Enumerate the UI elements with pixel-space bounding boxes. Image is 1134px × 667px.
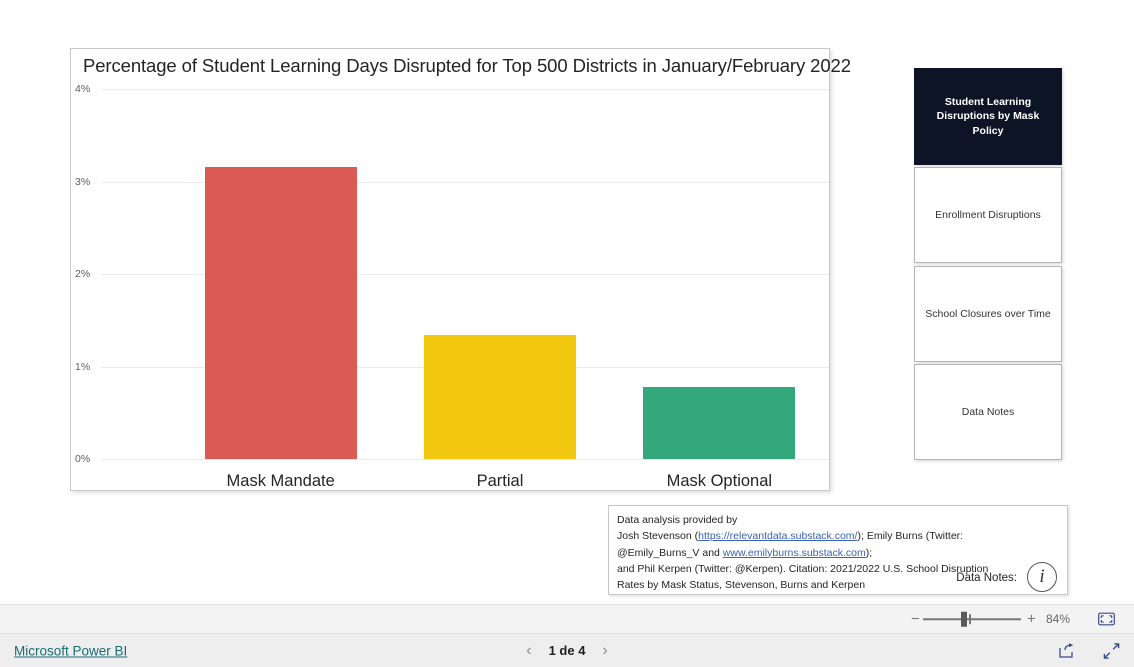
zoom-out-button[interactable]: − (911, 611, 920, 628)
fullscreen-icon[interactable] (1103, 642, 1120, 659)
x-axis-label: Mask Optional (666, 472, 773, 490)
microsoft-power-bi-link[interactable]: Microsoft Power BI (14, 643, 127, 658)
x-axis-label: Mask Mandate (226, 472, 335, 490)
y-axis-tick-label: 3% (75, 175, 91, 188)
info-icon-glyph: i (1039, 566, 1045, 588)
page-navigation: ‹ 1 de 4 › (526, 642, 608, 660)
zoom-toolbar: − + 84% (0, 604, 1134, 634)
nav-button-label: Data Notes (961, 405, 1015, 418)
relevantdata-substack-link[interactable]: https://relevantdata.substack.com/ (698, 530, 857, 542)
nav-button-student-learning-disruptions[interactable]: Student Learning Disruptions by Mask Pol… (914, 68, 1062, 165)
status-bar-actions (1058, 642, 1120, 659)
zoom-slider[interactable] (923, 611, 1021, 627)
y-axis-tick-label: 2% (75, 268, 91, 280)
nav-button-enrollment-disruptions[interactable]: Enrollment Disruptions (914, 167, 1062, 263)
footnote-line-2: Josh Stevenson (https://relevantdata.sub… (617, 528, 1059, 544)
page-indicator: 1 de 4 (548, 643, 586, 658)
bar-mask-mandate[interactable] (204, 166, 357, 459)
previous-page-icon[interactable]: ‹ (526, 642, 531, 660)
nav-button-label: Student Learning Disruptions by Mask Pol… (936, 96, 1040, 137)
power-bi-report-viewer: Percentage of Student Learning Days Disr… (0, 0, 1134, 667)
status-bar: Microsoft Power BI ‹ 1 de 4 › (0, 634, 1134, 667)
y-axis-tick-label: 1% (75, 360, 91, 373)
footnote-line-3-post: ); (865, 546, 873, 559)
bar-partial[interactable] (424, 335, 576, 459)
chart-plot-area: 0% 1% 2% 3% 4% Mask Mandate Partial Mask Option… (71, 49, 831, 492)
zoom-level-label: 84% (1046, 612, 1071, 626)
footnote-line-2-post: ); Emily Burns (Twitter: (857, 530, 964, 543)
zoom-slider-tick (969, 614, 971, 624)
emilyburns-substack-link[interactable]: www.emilyburns.substack.com (723, 547, 866, 559)
nav-button-data-notes[interactable]: Data Notes (914, 364, 1062, 460)
nav-button-school-closures-over-time[interactable]: School Closures over Time (914, 266, 1062, 362)
gridline (101, 89, 829, 90)
footnote-line-1: Data analysis provided by (617, 514, 738, 526)
nav-button-label: Enrollment Disruptions (935, 208, 1041, 221)
bar-mask-optional[interactable] (643, 386, 796, 459)
x-axis-label: Partial (476, 472, 524, 490)
footnote-line-2-pre: Josh Stevenson ( (617, 530, 699, 543)
fit-to-page-icon[interactable] (1098, 612, 1115, 626)
share-icon[interactable] (1058, 643, 1075, 659)
footnote-line-3: @Emily_Burns_V and www.emilyburns.substa… (617, 545, 1059, 561)
bar-chart-visual[interactable]: Percentage of Student Learning Days Disr… (70, 48, 851, 492)
gridline (101, 459, 829, 460)
footnote-panel: Data analysis provided by Josh Stevenson… (608, 505, 1068, 595)
data-notes-label: Data Notes: (956, 572, 1017, 585)
y-axis-tick-label: 0% (75, 453, 91, 465)
zoom-in-button[interactable]: + (1027, 611, 1036, 628)
info-icon[interactable]: i (1027, 562, 1057, 592)
footnote-line-3-pre: @Emily_Burns_V and (617, 546, 723, 559)
next-page-icon[interactable]: › (602, 642, 607, 660)
zoom-slider-thumb[interactable] (961, 611, 967, 627)
report-canvas: Percentage of Student Learning Days Disr… (0, 0, 1134, 604)
y-axis-tick-label: 4% (75, 83, 91, 95)
nav-button-label: School Closures over Time (925, 307, 1051, 320)
